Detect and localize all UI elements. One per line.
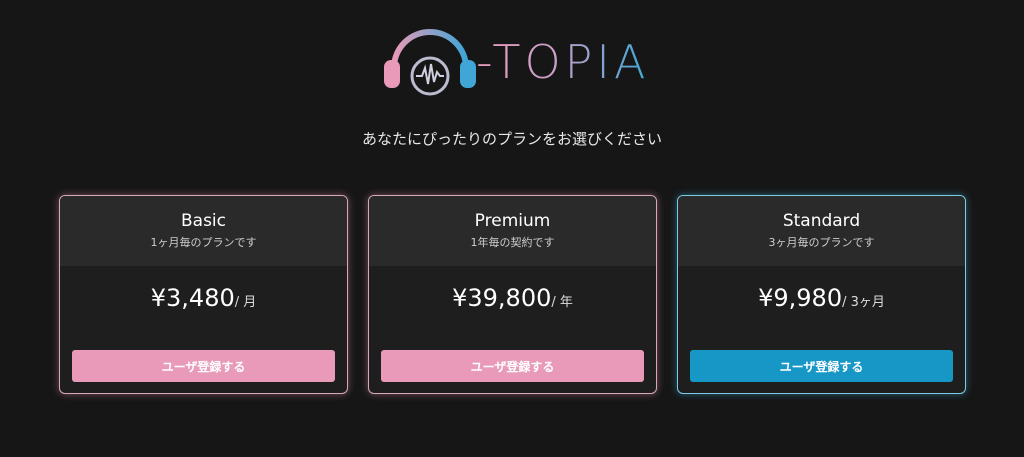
signup-button-standard[interactable]: ユーザ登録する <box>690 350 953 382</box>
plan-price: ¥9,980 <box>758 284 843 312</box>
signup-button-basic[interactable]: ユーザ登録する <box>72 350 335 382</box>
plan-card-premium: Premium 1年毎の契約です ¥39,800/ 年 ユーザ登録する <box>368 195 657 394</box>
plan-price: ¥3,480 <box>150 284 235 312</box>
plan-card-standard: Standard 3ヶ月毎のプランです ¥9,980/ 3ヶ月 ユーザ登録する <box>677 195 966 394</box>
site-logo[interactable]: -TOPIA <box>380 20 650 100</box>
plan-description: 1ヶ月毎のプランです <box>150 236 257 249</box>
plan-card-header: Premium 1年毎の契約です <box>369 196 656 266</box>
plan-name: Basic <box>180 211 226 231</box>
plan-card-header: Standard 3ヶ月毎のプランです <box>678 196 965 266</box>
plan-list: Basic 1ヶ月毎のプランです ¥3,480/ 月 ユーザ登録する Premi… <box>59 195 966 394</box>
plan-price: ¥39,800 <box>452 284 552 312</box>
signup-button-premium[interactable]: ユーザ登録する <box>381 350 644 382</box>
plan-card-header: Basic 1ヶ月毎のプランです <box>60 196 347 266</box>
headphones-icon <box>384 29 476 96</box>
plan-price-row: ¥3,480/ 月 <box>60 282 347 314</box>
logo-text: -TOPIA <box>476 32 649 92</box>
plan-price-row: ¥9,980/ 3ヶ月 <box>678 282 965 314</box>
plan-description: 1年毎の契約です <box>470 236 555 249</box>
plan-card-basic: Basic 1ヶ月毎のプランです ¥3,480/ 月 ユーザ登録する <box>59 195 348 394</box>
page-tagline: あなたにぴったりのプランをお選びください <box>361 130 662 148</box>
plan-price-unit: / 年 <box>551 295 573 310</box>
plan-name: Premium <box>474 211 551 231</box>
plan-price-unit: / 3ヶ月 <box>842 295 885 310</box>
plan-price-row: ¥39,800/ 年 <box>369 282 656 314</box>
plan-name: Standard <box>782 211 861 231</box>
plan-description: 3ヶ月毎のプランです <box>768 236 875 249</box>
plan-price-unit: / 月 <box>234 295 257 310</box>
